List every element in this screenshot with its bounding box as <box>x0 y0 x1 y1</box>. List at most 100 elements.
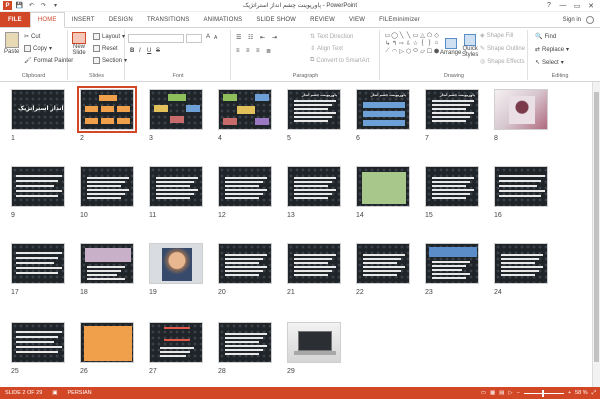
select-button[interactable]: ↖ Select ▾ <box>535 59 564 67</box>
bold-button[interactable]: B <box>130 48 134 54</box>
arrange-button[interactable]: Arrange <box>440 38 461 56</box>
slide-thumbnail[interactable] <box>287 322 341 363</box>
slide-thumbnail[interactable]: پاورپوینت چشم انداز <box>425 89 479 130</box>
tab-review[interactable]: REVIEW <box>303 12 342 27</box>
spellcheck-icon[interactable]: ▣ <box>47 390 62 396</box>
zoom-level[interactable]: 58 % <box>575 390 588 396</box>
slide-thumbnail[interactable] <box>149 322 203 363</box>
format-painter-button[interactable]: 🖌 Format Painter <box>24 57 73 65</box>
slide-thumbnail[interactable] <box>80 166 134 207</box>
fit-to-window-icon[interactable]: ⤢ <box>592 390 596 397</box>
zoom-slider[interactable] <box>523 389 564 397</box>
slide-thumbnail[interactable] <box>356 243 410 284</box>
undo-icon[interactable]: ↶ <box>27 1 36 10</box>
convert-smartart-button[interactable]: ⧉ Convert to SmartArt <box>310 57 369 64</box>
shape-option-icon[interactable]: ⌂ <box>433 39 440 47</box>
slide-thumbnail[interactable] <box>149 166 203 207</box>
slide-thumbnail[interactable] <box>287 243 341 284</box>
sign-in-link[interactable]: Sign in <box>563 17 581 23</box>
slide-thumbnail[interactable] <box>218 166 272 207</box>
shape-option-icon[interactable]: ☆ <box>412 39 419 47</box>
layout-button[interactable]: Layout ▾ <box>93 33 125 40</box>
shape-option-icon[interactable]: ▱ <box>419 47 426 55</box>
shape-effects-button[interactable]: ◎ Shape Effects <box>480 58 525 66</box>
shape-option-icon[interactable]: ⇨ <box>398 39 405 47</box>
feedback-smiley-icon[interactable] <box>586 15 594 24</box>
decrease-indent-button[interactable]: ⇤ <box>260 34 265 41</box>
align-left-button[interactable]: ≡ <box>236 48 240 54</box>
slideshow-view-icon[interactable]: ▷ <box>508 390 512 396</box>
shape-option-icon[interactable]: ▷ <box>398 47 405 55</box>
zoom-slider-knob[interactable] <box>541 389 544 397</box>
slide-thumbnail[interactable] <box>218 89 272 130</box>
bullets-button[interactable]: ☰ <box>236 34 241 41</box>
numbering-button[interactable]: ☷ <box>248 34 253 41</box>
zoom-out-button[interactable]: − <box>517 390 520 396</box>
vertical-scrollbar[interactable] <box>592 82 600 387</box>
shape-option-icon[interactable]: ◠ <box>391 47 398 55</box>
underline-button[interactable]: U <box>147 48 151 54</box>
slide-thumbnail[interactable] <box>494 166 548 207</box>
shape-option-icon[interactable]: ╲ <box>405 31 412 39</box>
slide-thumbnail[interactable] <box>80 243 134 284</box>
shape-option-icon[interactable]: ╲ <box>398 31 405 39</box>
decrease-font-size-button[interactable]: A <box>214 35 217 41</box>
shape-option-icon[interactable]: ▭ <box>384 31 391 39</box>
shape-fill-button[interactable]: ◈ Shape Fill <box>480 32 513 40</box>
restore-button[interactable]: ▭ <box>570 0 584 11</box>
tab-slide-show[interactable]: SLIDE SHOW <box>249 12 303 27</box>
slide-thumbnail[interactable] <box>11 243 65 284</box>
slide-thumbnail[interactable] <box>287 166 341 207</box>
justify-button[interactable]: ≣ <box>266 48 271 55</box>
close-button[interactable]: ✕ <box>584 0 598 11</box>
language-indicator[interactable]: PERSIAN <box>63 390 97 396</box>
tab-home[interactable]: HOME <box>29 12 65 28</box>
tab-animations[interactable]: ANIMATIONS <box>196 12 249 27</box>
slide-thumbnail[interactable] <box>149 243 203 284</box>
shape-option-icon[interactable]: ↳ <box>384 39 391 47</box>
shape-outline-button[interactable]: ✎ Shape Outline <box>480 45 525 53</box>
increase-font-size-button[interactable]: A <box>206 34 210 40</box>
slide-thumbnail[interactable]: پاورپوینت چشم انداز <box>356 89 410 130</box>
slide-thumbnail[interactable] <box>77 86 137 133</box>
redo-icon[interactable]: ↷ <box>39 1 48 10</box>
shape-option-icon[interactable]: ▭ <box>412 31 419 39</box>
slide-thumbnail[interactable] <box>494 243 548 284</box>
tab-insert[interactable]: INSERT <box>65 12 102 27</box>
slide-thumbnail[interactable]: چشم انداز استراتژیک <box>11 89 65 130</box>
shape-option-icon[interactable]: ↰ <box>391 39 398 47</box>
new-slide-button[interactable]: New Slide <box>72 32 86 56</box>
slide-thumbnail[interactable] <box>80 322 134 363</box>
align-text-button[interactable]: ⇕ Align Text <box>310 45 343 53</box>
align-center-button[interactable]: ≡ <box>246 48 250 54</box>
strikethrough-button[interactable]: S <box>156 48 160 54</box>
replace-button[interactable]: ⇄ Replace ▾ <box>535 46 569 54</box>
help-button[interactable]: ? <box>542 0 556 11</box>
align-right-button[interactable]: ≡ <box>256 48 260 54</box>
customize-qat-icon[interactable]: ▾ <box>51 1 60 10</box>
tab-design[interactable]: DESIGN <box>102 12 140 27</box>
text-direction-button[interactable]: ⇅ Text Direction <box>310 33 353 41</box>
copy-button[interactable]: Copy ▾ <box>24 45 52 52</box>
slide-thumbnail[interactable] <box>149 89 203 130</box>
reading-view-icon[interactable]: ▤ <box>499 390 504 396</box>
shape-option-icon[interactable]: ⬢ <box>433 47 440 55</box>
shape-option-icon[interactable]: ⬠ <box>426 31 433 39</box>
shape-option-icon[interactable]: { <box>419 39 426 47</box>
section-button[interactable]: Section ▾ <box>93 57 127 64</box>
shape-option-icon[interactable]: ⇩ <box>405 39 412 47</box>
zoom-in-button[interactable]: + <box>568 390 571 396</box>
increase-indent-button[interactable]: ⇥ <box>272 34 277 41</box>
shape-option-icon[interactable]: △ <box>419 31 426 39</box>
tab-file[interactable]: FILE <box>0 12 30 27</box>
minimize-button[interactable]: — <box>556 0 570 11</box>
shape-option-icon[interactable]: ⟋ <box>384 47 391 55</box>
shape-option-icon[interactable]: } <box>426 39 433 47</box>
shape-option-icon[interactable]: ⬭ <box>412 47 419 55</box>
slide-thumbnail[interactable] <box>494 89 548 130</box>
tab-view[interactable]: VIEW <box>342 12 372 27</box>
slide-thumbnail[interactable] <box>425 166 479 207</box>
slide-thumbnail[interactable] <box>425 243 479 284</box>
slide-thumbnail[interactable] <box>11 322 65 363</box>
slide-sorter-view-icon[interactable]: ▦ <box>490 390 495 396</box>
